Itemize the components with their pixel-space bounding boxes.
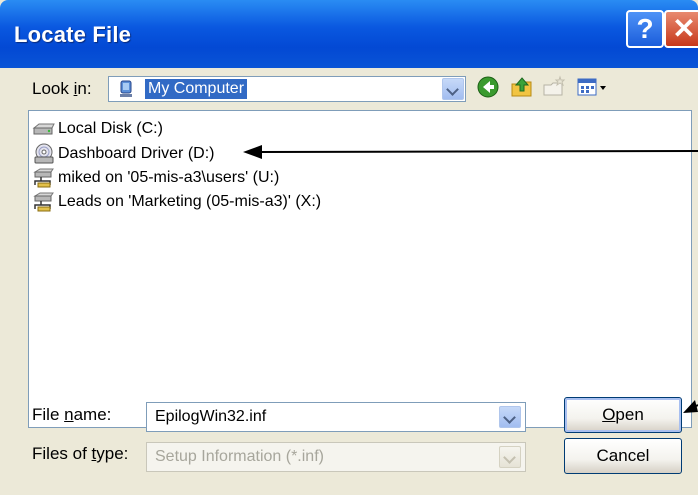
arrow-to-dashboard-driver <box>243 145 698 159</box>
locate-file-dialog: Locate File ? ✕ Look in: My Computer Loc… <box>0 0 698 495</box>
annotation-arrows <box>243 145 698 413</box>
arrow-to-open-button <box>683 400 698 413</box>
